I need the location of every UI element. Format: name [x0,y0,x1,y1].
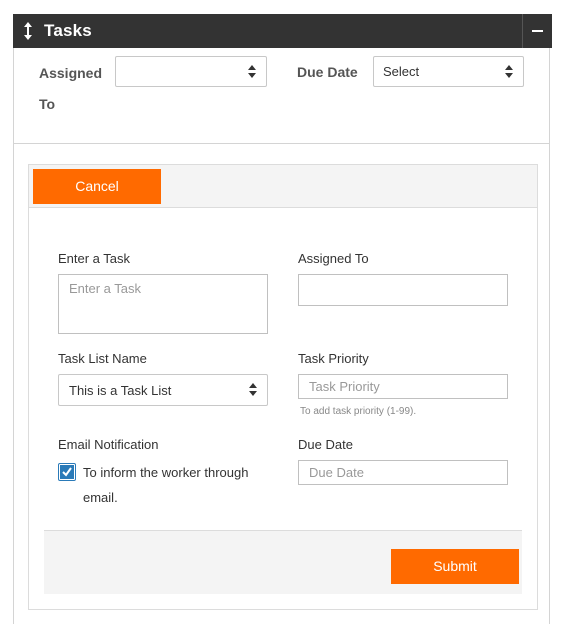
email-notification-label: Email Notification [58,437,159,452]
due-date-filter-select[interactable]: Select [373,56,524,87]
panel-title: Tasks [44,21,92,40]
task-priority-input[interactable]: Task Priority [298,374,508,399]
select-arrows-icon [505,65,513,79]
assigned-to-input[interactable] [298,274,508,306]
email-notification-checkbox[interactable] [58,463,76,481]
due-date-filter-label: Due Date [297,64,358,80]
submit-button[interactable]: Submit [391,549,519,584]
select-arrows-icon [248,65,256,79]
email-notification-text: To inform the worker through [83,465,249,480]
checkmark-icon [60,465,74,479]
assigned-to-filter-label: Assigned [39,65,103,81]
task-list-value: This is a Task List [69,383,172,398]
due-date-input[interactable]: Due Date [298,460,508,485]
enter-task-label: Enter a Task [58,251,131,266]
email-notification-text-line2: email. [83,490,118,505]
tasks-panel: Tasks Assigned To Due Date Select Cancel… [13,14,552,624]
assigned-to-filter-select[interactable] [115,56,267,87]
due-date-label: Due Date [298,437,353,452]
task-form-card: Cancel Enter a Task Enter a Task Assigne… [28,164,538,610]
panel-header: Tasks [13,14,552,48]
task-priority-help: To add task priority (1-99). [300,406,417,417]
task-list-select[interactable]: This is a Task List [58,374,268,406]
task-textarea[interactable]: Enter a Task [58,274,268,334]
filter-bar: Assigned To Due Date Select [14,48,549,144]
form-toolbar: Cancel [29,165,537,208]
assigned-to-label: Assigned To [298,251,369,266]
form-footer: Submit [44,530,522,594]
task-priority-label: Task Priority [298,351,369,366]
task-priority-placeholder: Task Priority [309,379,380,394]
task-list-name-label: Task List Name [58,351,147,366]
minus-icon[interactable] [522,14,552,48]
task-placeholder: Enter a Task [69,281,142,296]
assigned-to-filter-label-line2: To [39,96,56,112]
due-date-placeholder: Due Date [309,465,364,480]
cancel-button[interactable]: Cancel [33,169,161,204]
select-arrows-icon [249,383,257,397]
due-date-filter-value: Select [383,64,420,79]
vertical-arrows-icon[interactable] [24,22,32,40]
